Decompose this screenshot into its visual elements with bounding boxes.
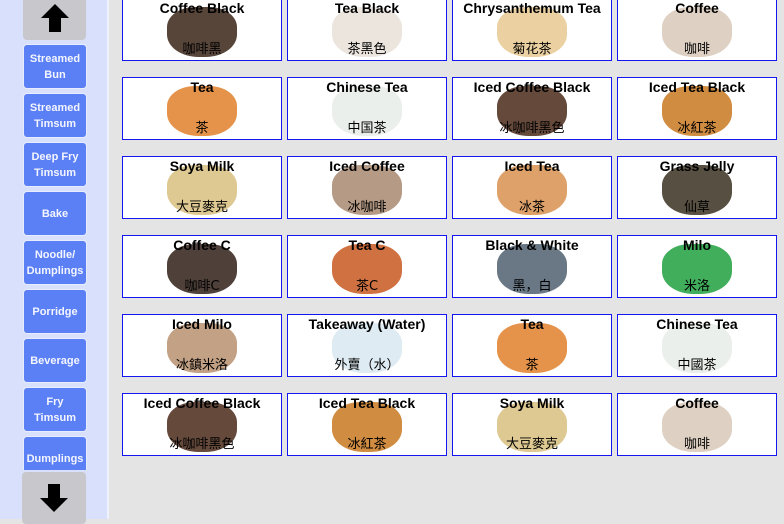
- menu-item-card[interactable]: Iced Milo 冰鎮米洛: [122, 314, 282, 377]
- menu-item-name: Coffee: [675, 0, 719, 16]
- menu-item-card[interactable]: Coffee 咖啡: [617, 0, 777, 61]
- menu-item-card[interactable]: Coffee C 咖啡C: [122, 235, 282, 298]
- menu-item-chinese-name: 茶C: [355, 279, 379, 294]
- menu-item-name: Soya Milk: [169, 158, 235, 174]
- menu-item-name: Tea: [520, 316, 544, 332]
- menu-item-chinese-name: 米洛: [683, 279, 710, 294]
- menu-item-chinese-name: 冰茶: [518, 200, 545, 215]
- menu-item-name: Tea: [190, 79, 214, 95]
- category-button[interactable]: Porridge: [24, 290, 86, 333]
- menu-item-name: Iced Tea Black: [318, 395, 416, 411]
- menu-item-chinese-name: 大豆麥克: [505, 437, 558, 452]
- menu-item-name: Chinese Tea: [326, 79, 408, 95]
- category-button[interactable]: Streamed Bun: [24, 45, 86, 88]
- menu-item-card[interactable]: Takeaway (Water) 外賣（水）: [287, 314, 447, 377]
- menu-item-chinese-name: 中国茶: [347, 121, 387, 136]
- menu-item-name: Iced Tea: [504, 158, 560, 174]
- category-list[interactable]: Streamed Bun Streamed Timsum Deep Fry Tims…: [0, 0, 107, 470]
- category-button[interactable]: Dumplings: [24, 437, 86, 470]
- menu-item-name: Chinese Tea: [656, 316, 738, 332]
- menu-item-card[interactable]: Tea C 茶C: [287, 235, 447, 298]
- menu-item-chinese-name: 茶黑色: [347, 42, 387, 57]
- menu-item-name: Milo: [683, 237, 711, 253]
- menu-item-name: Coffee C: [173, 237, 231, 253]
- menu-item-chinese-name: 茶: [525, 358, 539, 373]
- menu-item-name: Tea Black: [334, 0, 400, 16]
- menu-item-chinese-name: 咖啡黑: [182, 42, 222, 57]
- menu-item-card[interactable]: Iced Tea 冰茶: [452, 156, 612, 219]
- menu-item-name: Coffee Black: [159, 0, 245, 16]
- menu-item-name: Iced Coffee: [329, 158, 405, 174]
- menu-item-name: Iced Milo: [172, 316, 232, 332]
- menu-item-name: Iced Tea Black: [648, 79, 746, 95]
- menu-item-card[interactable]: Tea Black 茶黑色: [287, 0, 447, 61]
- menu-item-card[interactable]: Iced Coffee Black 冰咖啡黑色: [452, 77, 612, 140]
- menu-item-chinese-name: 外賣（水）: [334, 358, 400, 373]
- category-button[interactable]: Fry Timsum: [24, 388, 86, 431]
- menu-item-card[interactable]: Coffee Black 咖啡黑: [122, 0, 282, 61]
- menu-item-name: Iced Coffee Black: [143, 395, 261, 411]
- category-button[interactable]: Streamed Timsum: [24, 94, 86, 137]
- category-button[interactable]: Deep Fry Timsum: [24, 143, 86, 186]
- category-button[interactable]: Beverage: [24, 339, 86, 382]
- scroll-up-button[interactable]: [23, 0, 86, 40]
- category-sidebar: Streamed Bun Streamed Timsum Deep Fry Tims…: [0, 0, 109, 524]
- menu-item-card[interactable]: Soya Milk 大豆麥克: [452, 393, 612, 456]
- menu-item-name: Coffee: [675, 395, 719, 411]
- menu-item-chinese-name: 冰鎮米洛: [175, 358, 228, 373]
- menu-item-card[interactable]: Chrysanthemum Tea 菊花茶: [452, 0, 612, 61]
- category-button[interactable]: Noodle/ Dumplings: [24, 241, 86, 284]
- menu-item-chinese-name: 咖啡: [683, 42, 710, 57]
- menu-item-chinese-name: 菊花茶: [512, 42, 552, 57]
- menu-item-name: Black & White: [485, 237, 579, 253]
- menu-item-card[interactable]: Coffee 咖啡: [617, 393, 777, 456]
- menu-item-chinese-name: 仙草: [683, 200, 710, 215]
- menu-item-name: Chrysanthemum Tea: [463, 0, 601, 16]
- menu-item-chinese-name: 冰紅茶: [677, 121, 717, 136]
- menu-item-chinese-name: 冰咖啡黑色: [169, 437, 235, 452]
- menu-item-card[interactable]: Tea 茶: [122, 77, 282, 140]
- menu-item-name: Takeaway (Water): [308, 316, 426, 332]
- menu-item-card[interactable]: Milo 米洛: [617, 235, 777, 298]
- menu-item-card[interactable]: Chinese Tea 中国茶: [287, 77, 447, 140]
- menu-item-card[interactable]: Iced Coffee 冰咖啡: [287, 156, 447, 219]
- menu-item-card[interactable]: Iced Coffee Black 冰咖啡黑色: [122, 393, 282, 456]
- menu-item-card[interactable]: Iced Tea Black 冰紅茶: [617, 77, 777, 140]
- menu-item-chinese-name: 冰咖啡黑色: [499, 121, 565, 136]
- menu-item-name: Tea C: [348, 237, 386, 253]
- menu-item-chinese-name: 茶: [195, 121, 209, 136]
- menu-item-name: Grass Jelly: [659, 158, 735, 174]
- scroll-down-button[interactable]: [22, 472, 86, 524]
- menu-item-card[interactable]: Soya Milk 大豆麥克: [122, 156, 282, 219]
- menu-item-chinese-name: 咖啡: [683, 437, 710, 452]
- menu-item-chinese-name: 咖啡C: [184, 279, 220, 294]
- arrow-up-icon: [40, 4, 69, 32]
- arrow-down-icon: [40, 484, 68, 512]
- menu-item-chinese-name: 中國茶: [677, 358, 717, 373]
- menu-item-chinese-name: 冰咖啡: [347, 200, 387, 215]
- menu-item-card[interactable]: Iced Tea Black 冰紅茶: [287, 393, 447, 456]
- menu-item-chinese-name: 大豆麥克: [175, 200, 228, 215]
- category-button[interactable]: Bake: [24, 192, 86, 235]
- menu-item-name: Iced Coffee Black: [473, 79, 591, 95]
- menu-item-card[interactable]: Chinese Tea 中國茶: [617, 314, 777, 377]
- menu-item-card[interactable]: Black & White 黑，白: [452, 235, 612, 298]
- menu-item-chinese-name: 冰紅茶: [347, 437, 387, 452]
- menu-item-name: Soya Milk: [499, 395, 565, 411]
- menu-item-card[interactable]: Grass Jelly 仙草: [617, 156, 777, 219]
- menu-item-chinese-name: 黑，白: [512, 279, 552, 294]
- menu-item-card[interactable]: Tea 茶: [452, 314, 612, 377]
